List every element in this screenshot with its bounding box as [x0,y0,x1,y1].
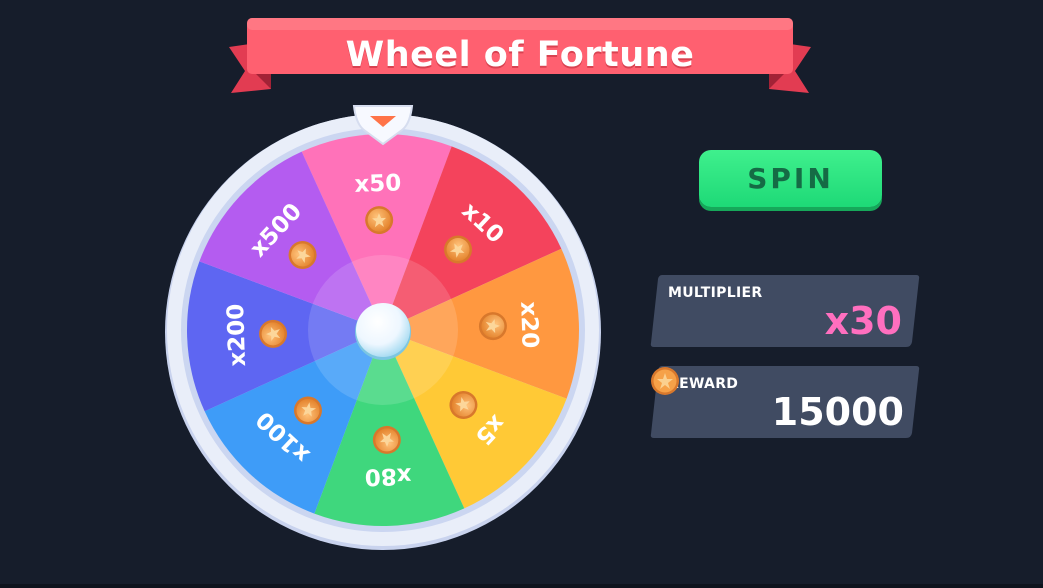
multiplier-label: MULTIPLIER [668,285,763,301]
fortune-wheel[interactable]: x50 x10 x20 x5 x80 x100 x200 x500 [163,105,603,550]
wheel-hub[interactable] [356,303,410,357]
title-banner: Wheel of Fortune [225,15,815,95]
spin-button[interactable]: SPIN [699,150,882,207]
multiplier-value: x30 [824,299,902,343]
coin-icon [651,367,679,395]
reward-value: 15000 [771,390,904,434]
segment-label-x50: x50 [354,170,402,198]
wheel-graphic: x50x10x20x5x80x100x200x500 [165,105,601,550]
spin-button-label: SPIN [747,162,834,195]
multiplier-panel: MULTIPLIER x30 [650,275,920,347]
segment-label-x20: x20 [515,301,543,349]
bottom-border [0,584,1043,588]
segment-label-x80: x80 [364,462,412,490]
reward-panel: REWARD 15000 [650,366,920,438]
game-title: Wheel of Fortune [345,35,695,75]
segment-label-x200: x200 [223,303,251,367]
